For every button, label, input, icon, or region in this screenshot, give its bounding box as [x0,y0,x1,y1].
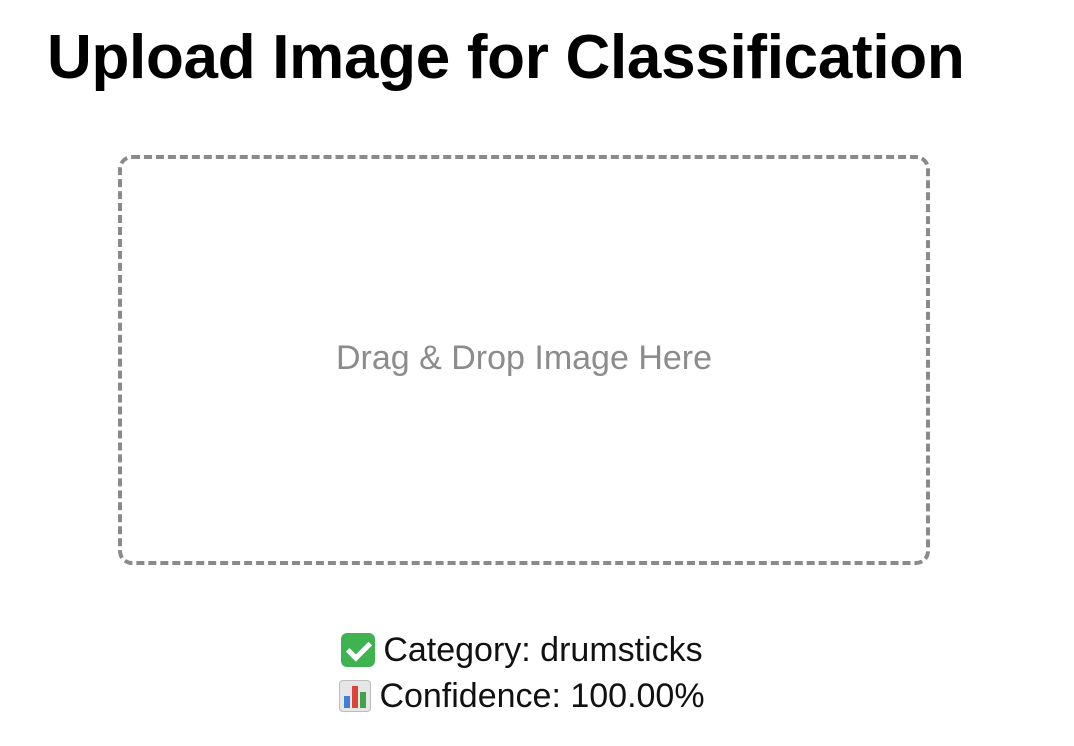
drop-zone-label: Drag & Drop Image Here [335,339,713,377]
classification-result: Category: drumsticks Confidence: 100.00% [0,627,1044,719]
image-drop-zone[interactable]: Drag & Drop Image Here [118,155,930,565]
category-text: Category: drumsticks [383,631,703,669]
bar-chart-icon [339,680,372,712]
check-icon [341,633,376,667]
confidence-text: Confidence: 100.00% [379,677,705,715]
category-result: Category: drumsticks [0,627,1044,673]
confidence-result: Confidence: 100.00% [0,673,1044,719]
page-title: Upload Image for Classification [47,23,965,92]
